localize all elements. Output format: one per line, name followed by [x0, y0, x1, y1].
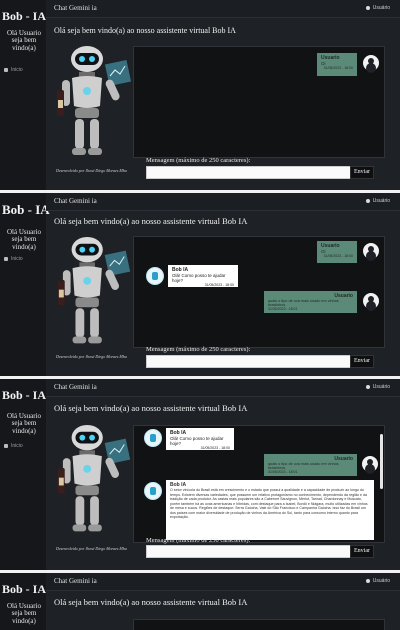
page-title: Olá seja bem vindo(a) ao nosso assistent…	[54, 597, 248, 607]
send-button[interactable]: Enviar	[350, 166, 374, 179]
sidebar-welcome: Olá Usuario seja bem vindo(a)	[6, 228, 42, 251]
sidebar: Bob - IA Olá Usuario seja bem vindo(a)	[0, 573, 46, 630]
robot-illustration	[57, 46, 132, 155]
robot-illustration	[57, 424, 131, 532]
top-bar: Chat Gemini ia Usuário	[46, 0, 400, 18]
user-avatar-icon	[363, 293, 379, 309]
user-icon	[365, 198, 370, 203]
sidebar: Bob - IA Olá Usuario seja bem vindo(a) I…	[0, 193, 50, 376]
home-icon	[4, 67, 8, 72]
user-avatar-icon	[363, 55, 379, 71]
author-credit: Desenvolvido por Jhosé Diego Moraes Mbu	[56, 168, 127, 173]
chat-scrollbar[interactable]	[380, 434, 383, 489]
brand-title: Bob - IA	[2, 9, 47, 23]
user-avatar-icon	[362, 456, 378, 472]
app-title: Chat Gemini ia	[54, 577, 97, 585]
user-label: Usuário	[372, 578, 390, 584]
user-avatar-icon	[363, 243, 379, 259]
user-label: Usuário	[372, 5, 390, 11]
send-button[interactable]: Enviar	[350, 355, 374, 368]
author-credit: Desenvolvido por Jhosé Diego Moraes Mbu	[56, 354, 127, 359]
user-menu[interactable]: Usuário	[365, 5, 390, 11]
top-bar: Chat Gemini ia Usuário	[46, 193, 400, 211]
send-button[interactable]: Enviar	[350, 545, 374, 558]
user-icon	[365, 578, 370, 583]
screenshot-panel-3: Bob - IA Olá Usuario seja bem vindo(a) I…	[0, 379, 400, 570]
message-time: 31/05/2023 - 18:00	[204, 283, 234, 287]
home-icon	[4, 443, 8, 448]
sidebar-item-label: Inicio	[11, 256, 23, 262]
user-icon	[365, 5, 370, 10]
sidebar-item-home[interactable]: Inicio	[4, 443, 23, 449]
sidebar-welcome: Olá Usuario seja bem vindo(a)	[6, 29, 42, 52]
prompt-label: Mensagem (máximo de 250 caracteres):	[146, 346, 251, 353]
app-title: Chat Gemini ia	[54, 4, 97, 12]
app-title: Chat Gemini ia	[54, 197, 97, 205]
sidebar: Bob - IA Olá Usuario seja bem vindo(a) I…	[0, 379, 46, 570]
message-text: O setor vinícola do Brasil está em cresc…	[170, 488, 368, 520]
message-bot: Bob IA Olá! Como posso te ajudar hoje? 3…	[166, 428, 234, 450]
message-time: 31/05/2023 - 18:01	[268, 307, 298, 311]
message-input[interactable]	[146, 166, 351, 179]
robot-illustration	[57, 236, 131, 344]
sidebar-item-label: Inicio	[11, 67, 23, 73]
brand-title: Bob - IA	[2, 388, 47, 402]
user-menu[interactable]: Usuário	[365, 198, 390, 204]
chat-box: Usuario Oi 31/05/2023 - 18:00	[133, 46, 385, 158]
page-title: Olá seja bem vindo(a) ao nosso assistent…	[54, 26, 236, 35]
sidebar-welcome: Olá Usuario seja bem vindo(a)	[6, 412, 42, 435]
message-time: 31/05/2023 - 18:00	[323, 254, 353, 258]
prompt-label: Mensagem (máximo de 250 caracteres):	[146, 537, 251, 544]
user-icon	[365, 384, 370, 389]
author-credit: Desenvolvido por Jhosé Diego Moraes Mbu	[56, 546, 127, 551]
screenshot-panel-2: Bob - IA Olá Usuario seja bem vindo(a) I…	[0, 193, 400, 376]
sidebar-item-home[interactable]: Inicio	[4, 67, 23, 73]
bot-avatar-icon	[144, 429, 162, 447]
message-text: Olá! Como posso te ajudar hoje?	[172, 273, 226, 283]
top-bar: Chat Gemini ia Usuário	[46, 573, 400, 591]
message-user: Usuario Oi 31/05/2023 - 18:00	[317, 241, 357, 263]
message-input[interactable]	[146, 545, 351, 558]
message-input[interactable]	[146, 355, 351, 368]
message-time: 31/05/2023 - 18:00	[323, 66, 353, 70]
sidebar-welcome: Olá Usuario seja bem vindo(a)	[6, 602, 42, 625]
home-icon	[4, 256, 8, 261]
bot-avatar-icon	[146, 267, 164, 285]
sidebar-item-home[interactable]: Inicio	[4, 256, 23, 262]
message-bot: Bob IA O setor vinícola do Brasil está e…	[166, 480, 374, 540]
bot-avatar-icon	[144, 482, 162, 500]
user-label: Usuário	[372, 384, 390, 390]
screenshot-panel-4: Bob - IA Olá Usuario seja bem vindo(a) C…	[0, 573, 400, 630]
user-label: Usuário	[372, 198, 390, 204]
message-text: quais o tipo de uva mais usado em vinhos…	[268, 462, 339, 470]
message-user: Usuario Oi 31/05/2023 - 18:00	[317, 53, 357, 76]
sidebar: Bob - IA Olá Usuario seja bem vindo(a) I…	[0, 0, 46, 190]
message-bot: Bob IA Olá! Como posso te ajudar hoje? 3…	[168, 265, 238, 287]
prompt-label: Mensagem (máximo de 250 caracteres):	[146, 157, 251, 164]
user-menu[interactable]: Usuário	[365, 578, 390, 584]
brand-title: Bob - IA	[2, 202, 50, 217]
brand-title: Bob - IA	[2, 582, 47, 596]
app-title: Chat Gemini ia	[54, 383, 97, 391]
message-time: 31/05/2023 - 18:01	[268, 470, 298, 474]
screenshot-panel-1: Bob - IA Olá Usuario seja bem vindo(a) I…	[0, 0, 400, 190]
chat-box: Usuario Oi 31/05/2023 - 18:00 Bob IA Olá…	[133, 236, 385, 348]
sidebar-item-label: Inicio	[11, 443, 23, 449]
page-title: Olá seja bem vindo(a) ao nosso assistent…	[54, 403, 248, 413]
chat-box	[133, 619, 385, 630]
message-time: 31/05/2023 - 18:00	[200, 446, 230, 450]
message-user: Usuario quais o tipo de uva mais usado e…	[264, 291, 357, 313]
top-bar: Chat Gemini ia Usuário	[46, 379, 400, 397]
page-title: Olá seja bem vindo(a) ao nosso assistent…	[54, 216, 248, 226]
message-text: Olá! Como posso te ajudar hoje?	[170, 436, 224, 446]
message-text: quais o tipo de uva mais usado em vinhos…	[268, 299, 339, 307]
user-menu[interactable]: Usuário	[365, 384, 390, 390]
message-user: Usuario quais o tipo de uva mais usado e…	[264, 454, 357, 476]
chat-box: Bob IA Olá! Como posso te ajudar hoje? 3…	[133, 425, 385, 543]
